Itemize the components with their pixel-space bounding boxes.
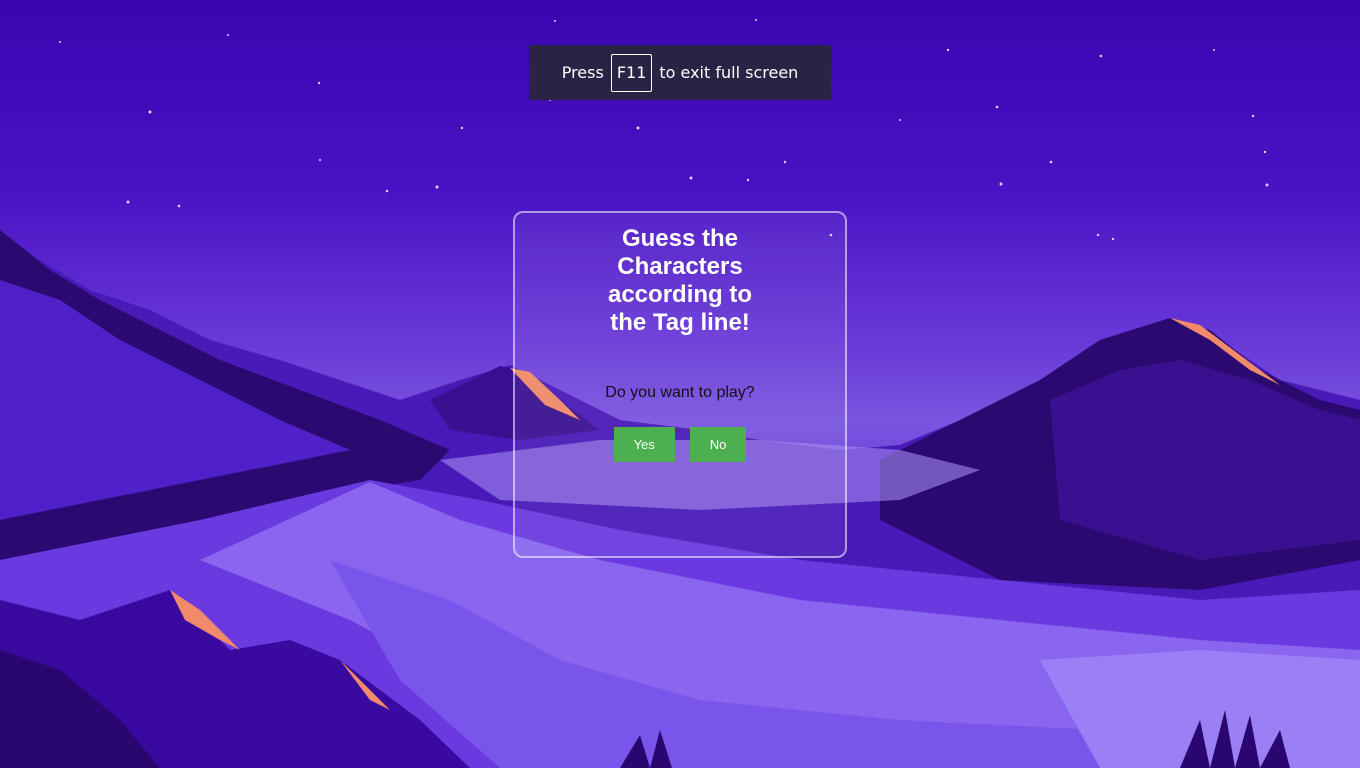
game-screen: Press F11 to exit full screen Guess the … xyxy=(0,0,1360,768)
f11-key-badge: F11 xyxy=(610,53,653,92)
fullscreen-exit-hint: Press F11 to exit full screen xyxy=(529,45,831,100)
answer-buttons: Yes No xyxy=(515,427,845,462)
play-prompt: Do you want to play? xyxy=(605,384,755,401)
no-button[interactable]: No xyxy=(689,427,747,462)
hint-suffix: to exit full screen xyxy=(659,63,799,82)
game-start-card: Guess the Characters according to the Ta… xyxy=(513,211,847,558)
game-title: Guess the Characters according to the Ta… xyxy=(607,225,752,336)
yes-button[interactable]: Yes xyxy=(613,427,675,462)
hint-prefix: Press xyxy=(561,63,604,82)
